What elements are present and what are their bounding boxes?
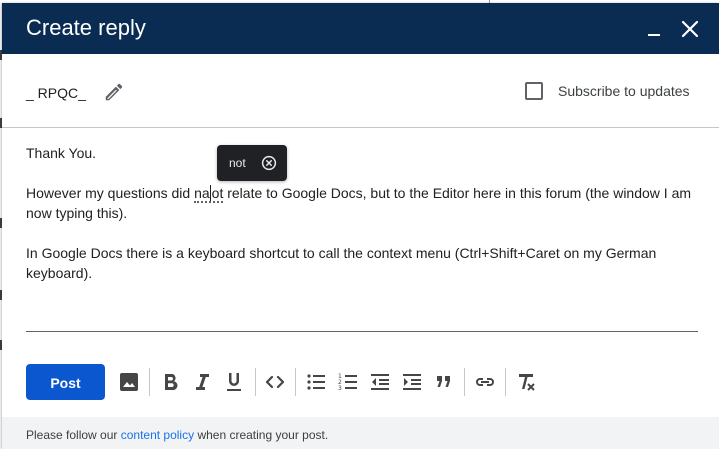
bold-icon[interactable]	[158, 370, 182, 394]
misspelled-word-part: na	[194, 185, 210, 201]
dialog-header: Create reply	[2, 3, 719, 54]
editor-text: However my questions did	[26, 185, 195, 201]
image-icon[interactable]	[117, 370, 141, 394]
circle-x-icon[interactable]	[260, 154, 278, 172]
policy-text: Please follow our	[26, 428, 121, 442]
toolbar-separator	[149, 368, 150, 396]
toolbar-separator	[505, 368, 506, 396]
svg-text:3: 3	[338, 385, 342, 392]
misspelled-word-part: ot	[211, 185, 224, 201]
policy-text: when creating your post.	[194, 428, 329, 442]
close-icon[interactable]	[677, 16, 703, 42]
author-name: _ RPQC_	[26, 85, 86, 101]
editor-paragraph: Thank You.	[26, 143, 700, 163]
italic-icon[interactable]	[190, 370, 214, 394]
dialog-title: Create reply	[26, 15, 146, 40]
toolbar-separator	[255, 368, 256, 396]
pencil-icon[interactable]	[103, 81, 125, 103]
increase-indent-icon[interactable]	[400, 370, 424, 394]
subscribe-label[interactable]: Subscribe to updates	[558, 83, 690, 99]
quote-icon[interactable]	[432, 370, 456, 394]
post-button[interactable]: Post	[26, 364, 105, 400]
subscribe-checkbox[interactable]	[525, 82, 543, 100]
editor-text: Thank You.	[26, 145, 97, 161]
decrease-indent-icon[interactable]	[368, 370, 392, 394]
spellcheck-popup: not	[217, 145, 287, 181]
toolbar-separator	[464, 368, 465, 396]
underline-icon[interactable]	[222, 370, 246, 394]
minimize-icon[interactable]	[641, 16, 667, 42]
toolbar-separator	[295, 368, 296, 396]
policy-notice: Please follow our content policy when cr…	[26, 428, 328, 442]
editor-paragraph: However my questions did na ot relate to …	[26, 183, 700, 223]
editor-text: In Google Docs there is a keyboard short…	[26, 245, 657, 281]
reply-meta-row: _ RPQC_ Subscribe to updates	[2, 54, 719, 127]
editor-paragraph: In Google Docs there is a keyboard short…	[26, 243, 700, 283]
reply-editor[interactable]: Thank You. However my questions did na ot…	[26, 143, 700, 328]
create-reply-dialog: Create reply _ RPQC_ Subscribe to update…	[2, 3, 719, 449]
spelling-suggestion[interactable]: not	[229, 156, 246, 170]
editor-bottom-border	[26, 331, 698, 332]
section-divider	[2, 127, 719, 128]
numbered-list-icon[interactable]: 123	[336, 370, 360, 394]
misspelled-word[interactable]: na ot	[194, 185, 224, 203]
content-policy-link[interactable]: content policy	[121, 428, 194, 442]
link-icon[interactable]	[473, 370, 497, 394]
code-icon[interactable]	[263, 370, 287, 394]
clear-formatting-icon[interactable]	[514, 370, 538, 394]
dialog-footer: Please follow our content policy when cr…	[2, 417, 719, 449]
bulleted-list-icon[interactable]	[304, 370, 328, 394]
